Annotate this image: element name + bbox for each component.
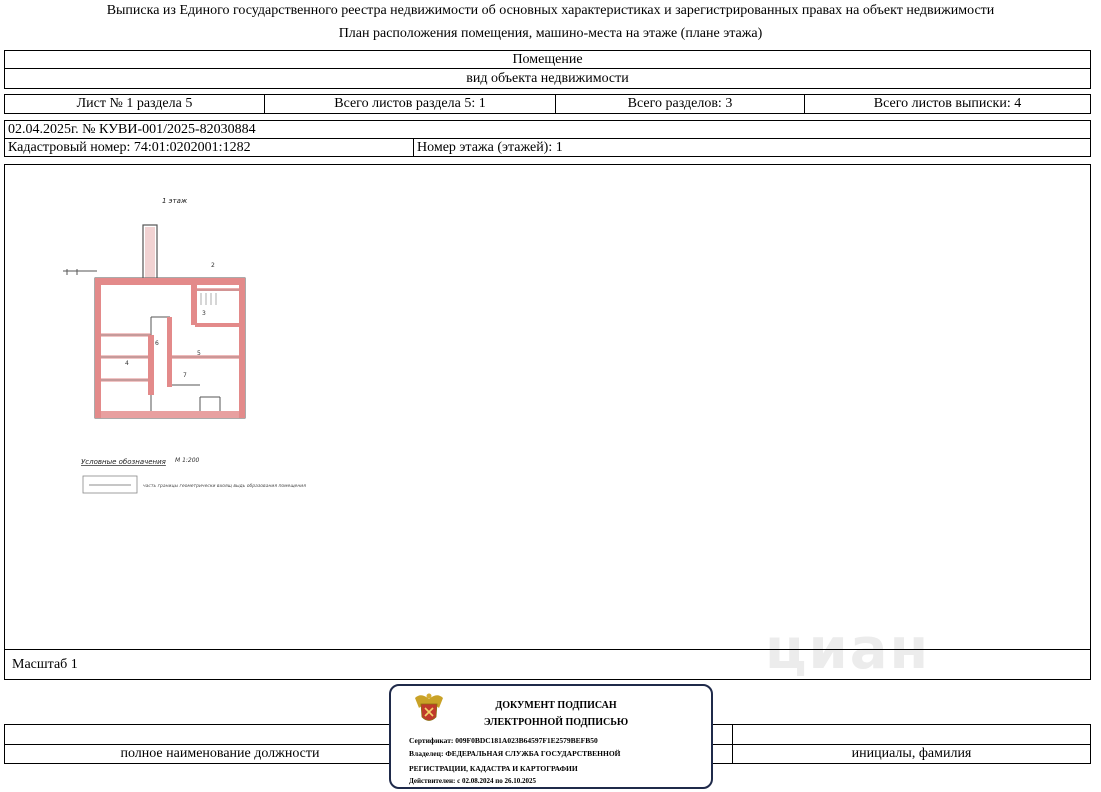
room-label: 7 [183, 372, 187, 379]
cadastral-number: Кадастровый номер: 74:01:0202001:1282 [8, 139, 251, 155]
legend-text: часть границы геометрически вхоящ выдь о… [143, 483, 306, 489]
position-caption: полное наименование должности [120, 746, 320, 761]
document-title: Выписка из Единого государственного реес… [106, 3, 995, 18]
cadastral-row: Кадастровый номер: 74:01:0202001:1282 Но… [4, 138, 1091, 157]
floor-number: Номер этажа (этажей): 1 [417, 139, 563, 155]
sheet-number: Лист № 1 раздела 5 [76, 96, 193, 111]
total-sheets-section: Всего листов раздела 5: 1 [334, 96, 486, 111]
emblem-icon [415, 693, 443, 721]
legend-swatch [82, 475, 138, 494]
document-subtitle: План расположения помещения, машино-мест… [338, 26, 763, 41]
stamp-validity: Действителен: с 02.08.2024 по 26.10.2025 [409, 777, 536, 785]
scale-label: Масштаб 1 [12, 656, 78, 672]
floor-label: 1 этаж [162, 197, 188, 205]
e-signature-stamp: ДОКУМЕНТ ПОДПИСАН ЭЛЕКТРОННОЙ ПОДПИСЬЮ С… [389, 684, 713, 789]
stamp-owner-line2: РЕГИСТРАЦИИ, КАДАСТРА И КАРТОГРАФИИ [409, 764, 578, 773]
sheet-info-row: Лист № 1 раздела 5 Всего листов раздела … [4, 94, 1091, 114]
document-date-number: 02.04.2025г. № КУВИ-001/2025-82030884 [4, 120, 1091, 139]
floor-plan: 1 этаж 2 3 4 5 6 7 Условные обозначения … [63, 197, 306, 494]
object-type-caption: вид объекта недвижимости [466, 70, 629, 86]
room-label: 2 [211, 262, 215, 269]
stamp-line2: ЭЛЕКТРОННОЙ ПОДПИСЬЮ [483, 717, 629, 728]
stamp-line1: ДОКУМЕНТ ПОДПИСАН [495, 700, 617, 711]
object-type: Помещение [5, 51, 1090, 69]
legend-title: Условные обозначения [81, 458, 166, 466]
scale-note: М 1:200 [175, 457, 200, 464]
room-label: 6 [155, 340, 159, 347]
name-caption: инициалы, фамилия [851, 746, 972, 761]
room-label: 5 [197, 350, 201, 357]
stamp-certificate: Сертификат: 009F0BDC181A023B64597F1E2579… [409, 736, 598, 745]
total-sheets-extract: Всего листов выписки: 4 [873, 96, 1022, 111]
total-sections: Всего разделов: 3 [627, 96, 733, 111]
room-label: 4 [125, 360, 129, 367]
stamp-owner-line1: Владелец: ФЕДЕРАЛЬНАЯ СЛУЖБА ГОСУДАРСТВЕ… [409, 749, 621, 758]
object-type-box: Помещение вид объекта недвижимости [4, 50, 1091, 89]
room-label: 3 [202, 310, 206, 317]
plan-area: 1 этаж 2 3 4 5 6 7 Условные обозначения … [4, 164, 1091, 682]
